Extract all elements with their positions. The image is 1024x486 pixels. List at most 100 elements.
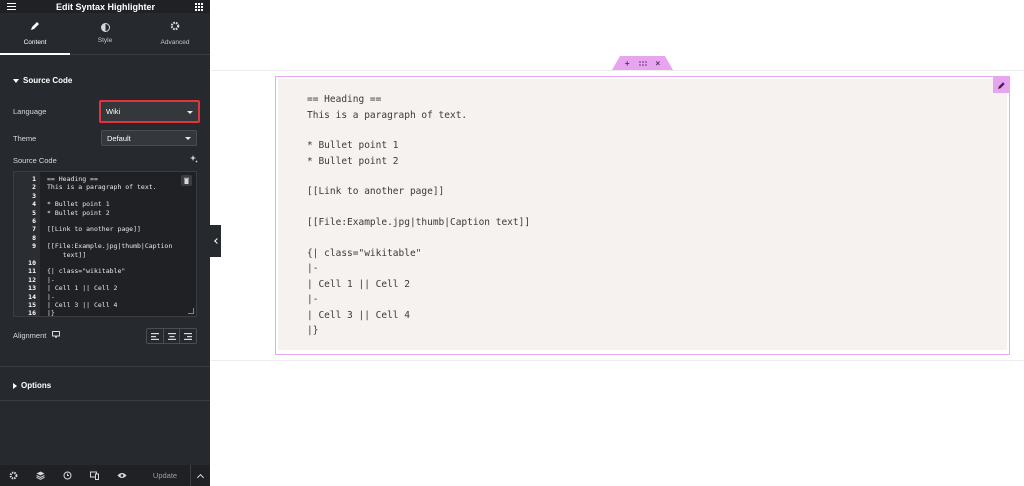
section-toggle-options[interactable]: Options (13, 381, 51, 390)
section-handle[interactable]: + × (612, 56, 673, 70)
code-line: 5 * Bullet point 2 (14, 208, 196, 217)
align-right-icon (184, 332, 193, 340)
code-line: 8 (14, 233, 196, 242)
rendered-code-line: * Bullet point 2 (307, 156, 399, 167)
language-select[interactable]: Wiki (99, 100, 200, 123)
code-line: 10 (14, 259, 196, 267)
section-toggle-source-code[interactable]: Source Code (13, 76, 72, 85)
line-number: 2 (32, 183, 36, 192)
alignment-buttons (146, 328, 197, 344)
code-line: 4 * Bullet point 1 (14, 200, 196, 209)
code-line: 1 == Heading == (14, 175, 196, 183)
code-text: |} (47, 309, 55, 317)
preview-eye-icon[interactable] (108, 465, 135, 486)
rendered-code-line: This is a paragraph of text. (307, 110, 468, 121)
tab-advanced[interactable]: Advanced (140, 13, 210, 54)
trash-icon[interactable] (181, 175, 192, 186)
desktop-icon[interactable] (52, 331, 61, 340)
edit-widget-button[interactable] (993, 77, 1009, 93)
code-line: 3 (14, 191, 196, 200)
language-label: Language (13, 107, 47, 116)
tab-content[interactable]: Content (0, 13, 70, 55)
chevron-up-icon (196, 473, 205, 481)
rendered-code-line: {| class="wikitable" (307, 248, 422, 259)
code-text: [[File:Example.jpg|thumb|Caption (47, 242, 173, 251)
update-options-button[interactable] (190, 465, 210, 486)
align-center-icon (167, 332, 176, 340)
code-text: {| class="wikitable" (47, 267, 126, 276)
code-text: |- (47, 275, 55, 284)
theme-value: Default (107, 133, 131, 143)
align-left-button[interactable] (147, 329, 164, 343)
code-line: 6 (14, 217, 196, 225)
line-number: 5 (32, 208, 36, 217)
add-icon[interactable]: + (625, 59, 630, 68)
code-line: 9 [[File:Example.jpg|thumb|Caption (14, 242, 196, 251)
line-number: 7 (32, 225, 36, 234)
code-text: * Bullet point 1 (47, 200, 110, 209)
caret-down-icon (13, 78, 19, 83)
caret-down-icon (185, 137, 191, 140)
pencil-icon (997, 81, 1005, 89)
history-icon[interactable] (54, 465, 81, 486)
line-number: 3 (32, 191, 36, 200)
drag-handle-icon[interactable] (638, 59, 647, 68)
rendered-code-line: * Bullet point 1 (307, 140, 399, 151)
line-number: 10 (28, 259, 36, 267)
section-bottom-border (211, 360, 1024, 361)
section-top-border (211, 70, 1024, 71)
rendered-code-line: |} (307, 325, 319, 336)
close-icon[interactable]: × (656, 59, 661, 68)
code-line: 7 [[Link to another page]] (14, 225, 196, 234)
panel-footer: Update (0, 465, 210, 486)
code-line: text]] (14, 251, 196, 259)
menu-icon[interactable] (7, 3, 16, 10)
line-number: 9 (32, 242, 36, 251)
line-number: 6 (32, 217, 36, 225)
tab-label: Advanced (160, 39, 190, 46)
source-code-label: Source Code (13, 156, 57, 165)
source-code-editor[interactable]: 1 == Heading == 2 This is a paragraph of te… (13, 171, 197, 317)
line-number: 11 (28, 267, 36, 276)
rendered-code-line: == Heading == (307, 94, 382, 105)
caret-right-icon (13, 382, 17, 389)
settings-gear-icon[interactable] (0, 465, 27, 486)
code-text: This is a paragraph of text. (47, 183, 157, 192)
panel-title: Edit Syntax Highlighter (55, 1, 155, 12)
chevron-left-icon (213, 238, 220, 244)
line-number: 1 (32, 175, 36, 183)
panel-header: Edit Syntax Highlighter (0, 0, 210, 13)
code-line: 13 | Cell 1 || Cell 2 (14, 284, 196, 293)
alignment-row: Alignment (13, 331, 61, 340)
rendered-code-line: [[Link to another page]] (307, 186, 445, 197)
line-number: 14 (28, 292, 36, 301)
divider (0, 366, 210, 367)
theme-select[interactable]: Default (101, 130, 197, 146)
line-number: 15 (28, 301, 36, 309)
align-right-button[interactable] (180, 329, 196, 343)
language-value: Wiki (106, 107, 121, 116)
align-center-button[interactable] (164, 329, 181, 343)
collapse-panel-button[interactable] (210, 225, 221, 257)
code-line: 2 This is a paragraph of text. (14, 183, 196, 192)
panel-tabs: Content Style Advanced (0, 13, 210, 55)
editor-panel: Edit Syntax Highlighter Content Style Ad… (0, 0, 210, 486)
resize-handle[interactable] (188, 308, 194, 314)
widgets-grid-icon[interactable] (194, 2, 203, 11)
align-left-icon (150, 332, 159, 340)
line-number: 8 (32, 233, 36, 242)
theme-label: Theme (13, 134, 37, 143)
line-number: 4 (32, 200, 36, 209)
line-number: 13 (28, 284, 36, 293)
responsive-icon[interactable] (81, 465, 108, 486)
rendered-code-line: [[File:Example.jpg|thumb|Caption text]] (307, 217, 531, 228)
code-line: 12 |- (14, 275, 196, 284)
code-line: 15 | Cell 3 || Cell 4 (14, 301, 196, 309)
update-button[interactable]: Update (141, 465, 189, 486)
ai-sparkle-icon[interactable] (190, 155, 198, 165)
layers-icon[interactable] (27, 465, 54, 486)
tab-style[interactable]: Style (70, 13, 140, 54)
caret-down-icon (187, 110, 193, 114)
code-text: | Cell 3 || Cell 4 (47, 301, 118, 309)
rendered-code-line: |- (307, 294, 319, 305)
